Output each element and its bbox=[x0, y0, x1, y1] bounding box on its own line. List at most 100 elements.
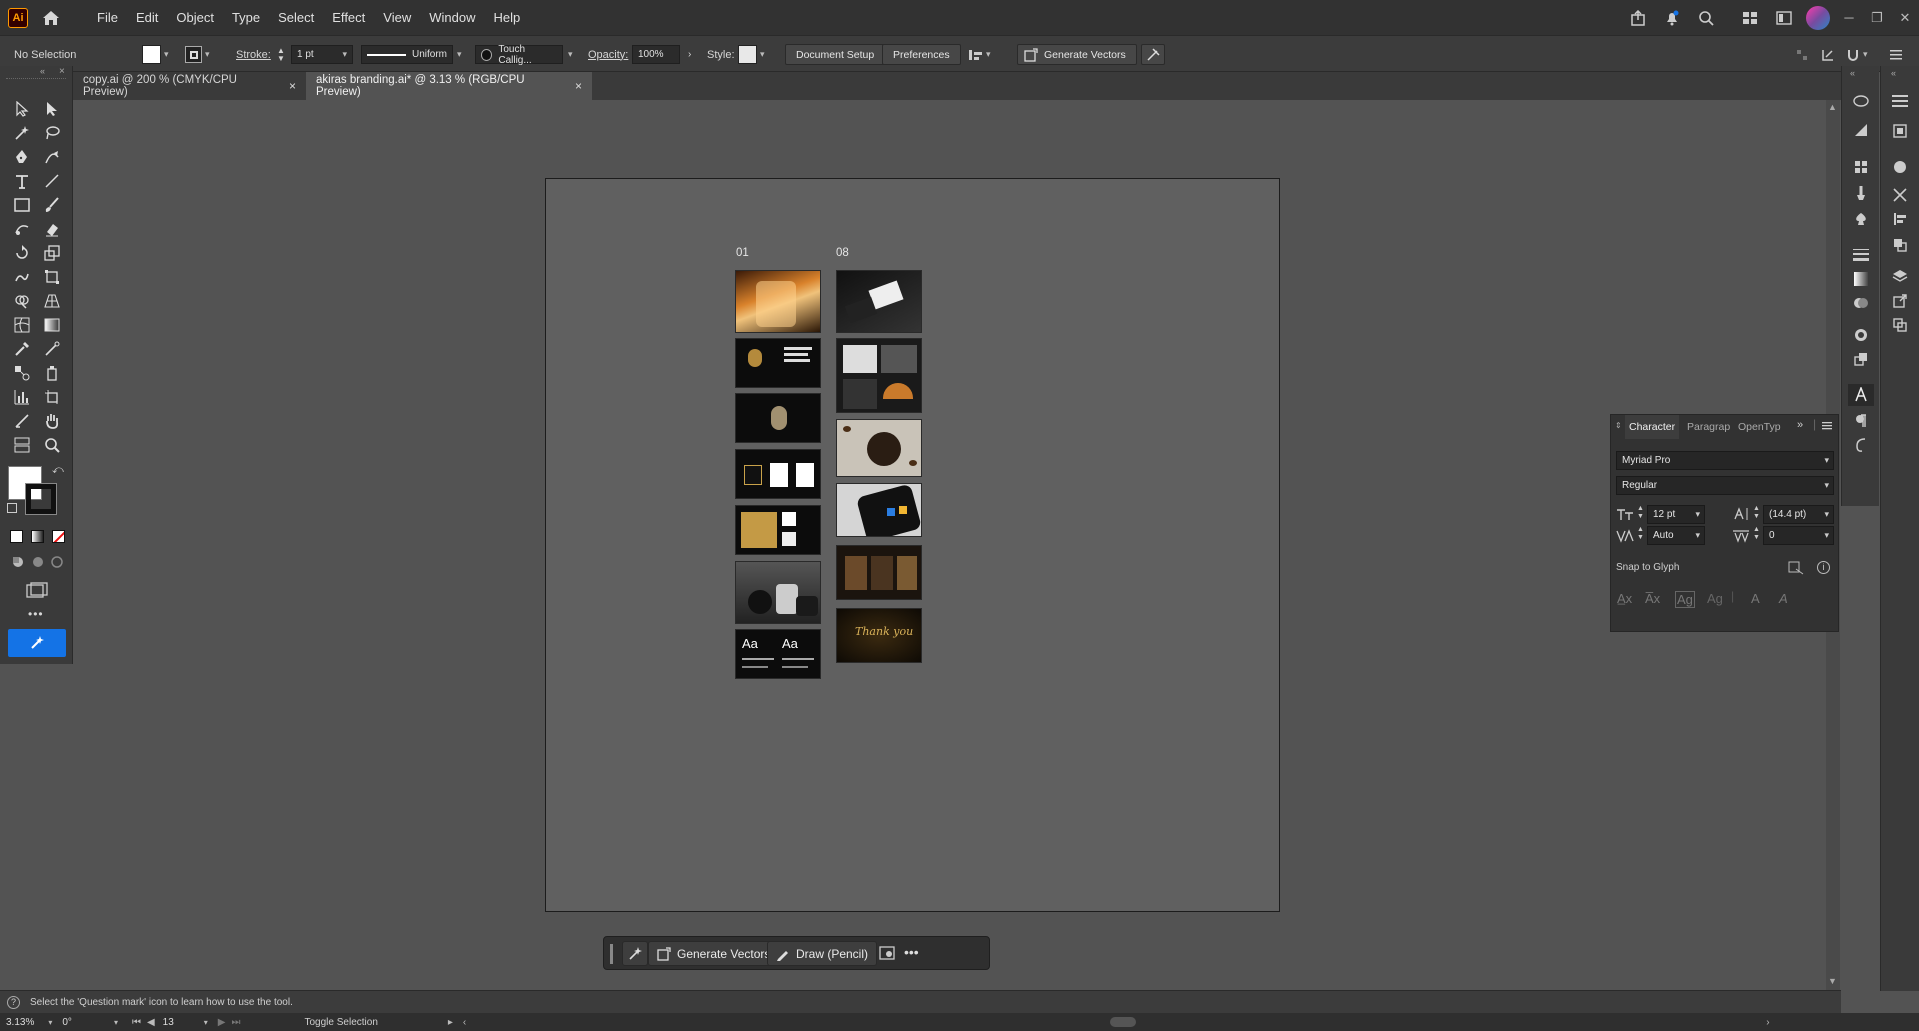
preferences-button[interactable]: Preferences bbox=[882, 44, 961, 65]
color-icon[interactable] bbox=[1887, 156, 1913, 178]
menu-effect[interactable]: Effect bbox=[323, 10, 374, 25]
artboard-tool-icon[interactable] bbox=[40, 386, 64, 408]
column-graph-tool-icon[interactable] bbox=[10, 386, 34, 408]
scale-tool-icon[interactable] bbox=[40, 242, 64, 264]
horizontal-scrollbar[interactable] bbox=[472, 1016, 1762, 1028]
next-artboard-icon[interactable]: ▶ bbox=[218, 1017, 226, 1028]
toolbar-grip[interactable] bbox=[6, 78, 66, 80]
color-mode-icon[interactable] bbox=[10, 530, 23, 543]
shaper-tool-icon[interactable] bbox=[10, 218, 34, 240]
stroke-color-swatch[interactable] bbox=[25, 483, 57, 515]
thumbnail-thank-you[interactable]: Thank you bbox=[836, 608, 922, 663]
blend-tool-icon[interactable] bbox=[10, 362, 34, 384]
tracking-field[interactable]: 0 ▾ bbox=[1763, 526, 1834, 545]
tab-character[interactable]: Character bbox=[1625, 415, 1680, 439]
scroll-down-icon[interactable]: ▼ bbox=[1828, 976, 1837, 986]
gradient-tool-icon[interactable] bbox=[40, 314, 64, 336]
first-artboard-icon[interactable]: ⏮ bbox=[132, 1017, 141, 1028]
properties-icon[interactable] bbox=[1848, 119, 1874, 141]
stroke-color-control[interactable]: ▾ bbox=[185, 45, 210, 64]
close-toolbar-icon[interactable]: × bbox=[59, 66, 65, 77]
transparency-icon[interactable] bbox=[1848, 292, 1874, 314]
thumbnail-app-mockup[interactable] bbox=[836, 483, 922, 537]
magic-wand-tool-icon[interactable] bbox=[10, 122, 34, 144]
scroll-right-icon[interactable]: › bbox=[1766, 1017, 1769, 1028]
menu-select[interactable]: Select bbox=[269, 10, 323, 25]
profile-dropdown-icon[interactable]: ▾ bbox=[454, 45, 462, 64]
thumbnail-stationery[interactable] bbox=[836, 270, 922, 333]
menu-edit[interactable]: Edit bbox=[127, 10, 167, 25]
opacity-arrow-icon[interactable]: › bbox=[688, 45, 691, 64]
align-panel-icon[interactable] bbox=[1887, 208, 1913, 230]
gradient-panel-icon[interactable] bbox=[1848, 268, 1874, 290]
notification-bell-icon[interactable] bbox=[1655, 0, 1689, 35]
thumbnail-typography[interactable]: Aa Aa bbox=[735, 629, 821, 679]
taskbar-settings-icon[interactable] bbox=[879, 946, 895, 960]
generative-ai-icon[interactable] bbox=[622, 941, 648, 966]
workspace-switcher-icon[interactable] bbox=[1733, 0, 1767, 35]
menu-view[interactable]: View bbox=[374, 10, 420, 25]
snap-angular-icon[interactable]: A bbox=[1751, 591, 1760, 606]
opentype-panel-icon[interactable] bbox=[1848, 434, 1874, 456]
thumbnail-brand-intro[interactable] bbox=[735, 338, 821, 388]
rectangle-tool-icon[interactable] bbox=[10, 194, 34, 216]
arrange-documents-icon[interactable] bbox=[1767, 0, 1801, 35]
lasso-tool-icon[interactable] bbox=[40, 122, 64, 144]
menu-object[interactable]: Object bbox=[167, 10, 223, 25]
fill-color-control[interactable]: ▾ bbox=[142, 45, 169, 64]
draw-pencil-button[interactable]: Draw (Pencil) bbox=[767, 941, 878, 966]
stroke-weight-field[interactable]: 1 pt ▾ bbox=[291, 45, 353, 64]
rotation-field[interactable]: 0° bbox=[62, 1017, 72, 1028]
thumbnail-color-palette[interactable] bbox=[735, 505, 821, 555]
artboards-icon[interactable] bbox=[1887, 314, 1913, 336]
color-guide-icon[interactable] bbox=[1887, 184, 1913, 206]
minimize-icon[interactable]: ─ bbox=[1835, 10, 1863, 25]
thumbnail-packaging[interactable] bbox=[836, 338, 922, 413]
perspective-grid-tool-icon[interactable] bbox=[40, 290, 64, 312]
snap-glyph-bounds-icon[interactable]: Ag bbox=[1675, 591, 1695, 608]
stroke-label[interactable]: Stroke: bbox=[236, 45, 271, 64]
artboard-dropdown-icon[interactable]: ▾ bbox=[204, 1018, 208, 1027]
artboard-number-field[interactable]: 13 bbox=[163, 1017, 174, 1028]
status-display[interactable]: Toggle Selection bbox=[305, 1017, 378, 1028]
edit-toolbar-icon[interactable]: ••• bbox=[28, 607, 44, 621]
menu-window[interactable]: Window bbox=[420, 10, 484, 25]
warp-tool-icon[interactable] bbox=[10, 266, 34, 288]
line-segment-tool-icon[interactable] bbox=[40, 170, 64, 192]
variable-width-profile[interactable]: Uniform bbox=[361, 45, 453, 64]
pen-tool-icon[interactable] bbox=[10, 146, 34, 168]
paintbrush-tool-icon[interactable] bbox=[40, 194, 64, 216]
scroll-left-icon[interactable]: ‹ bbox=[463, 1017, 466, 1028]
rotate-tool-icon[interactable] bbox=[10, 242, 34, 264]
snap-proximity-icon[interactable]: Ag bbox=[1707, 591, 1723, 606]
direct-selection-tool-icon[interactable] bbox=[40, 98, 64, 120]
tracking-stepper[interactable]: ▲ ▼ bbox=[1753, 526, 1760, 542]
mesh-tool-icon[interactable] bbox=[10, 314, 34, 336]
eyedropper-tool-icon[interactable] bbox=[10, 338, 34, 360]
snap-glyph-options-icon[interactable] bbox=[1788, 561, 1804, 575]
asset-export-icon[interactable] bbox=[1887, 120, 1913, 142]
pin-icon[interactable] bbox=[1141, 44, 1165, 65]
collapse-dock-icon[interactable]: « bbox=[1850, 68, 1855, 78]
libraries-icon[interactable] bbox=[1848, 90, 1874, 112]
leading-stepper[interactable]: ▲ ▼ bbox=[1753, 505, 1760, 521]
draw-inside-icon[interactable] bbox=[50, 555, 64, 569]
stroke-weight-stepper[interactable]: ▲ ▼ bbox=[277, 45, 285, 64]
artboard[interactable]: 01 08 Aa Aa Thank you bbox=[545, 178, 1280, 912]
graphic-style-swatch[interactable]: ▾ bbox=[738, 45, 765, 64]
info-icon[interactable]: i bbox=[1817, 561, 1830, 574]
snap-icon[interactable]: ▾ bbox=[1846, 45, 1868, 64]
thumbnail-logo-variants[interactable] bbox=[735, 449, 821, 499]
font-size-stepper[interactable]: ▲ ▼ bbox=[1637, 505, 1644, 521]
tab-akiras-branding[interactable]: akiras branding.ai* @ 3.13 % (RGB/CPU Pr… bbox=[306, 72, 592, 100]
character-panel-icon[interactable] bbox=[1848, 384, 1874, 406]
thumbnail-cups-mockup[interactable] bbox=[735, 561, 821, 624]
menu-help[interactable]: Help bbox=[484, 10, 529, 25]
snap-anchor-icon[interactable]: A bbox=[1779, 591, 1788, 606]
status-menu-icon[interactable]: ▸ bbox=[448, 1017, 453, 1028]
profile-avatar[interactable] bbox=[1801, 0, 1835, 35]
swap-fill-stroke-icon[interactable]: ⤺ bbox=[52, 464, 64, 477]
symbols-icon[interactable] bbox=[1848, 208, 1874, 230]
search-icon[interactable] bbox=[1689, 0, 1723, 35]
tab-close-icon[interactable]: × bbox=[289, 79, 296, 93]
